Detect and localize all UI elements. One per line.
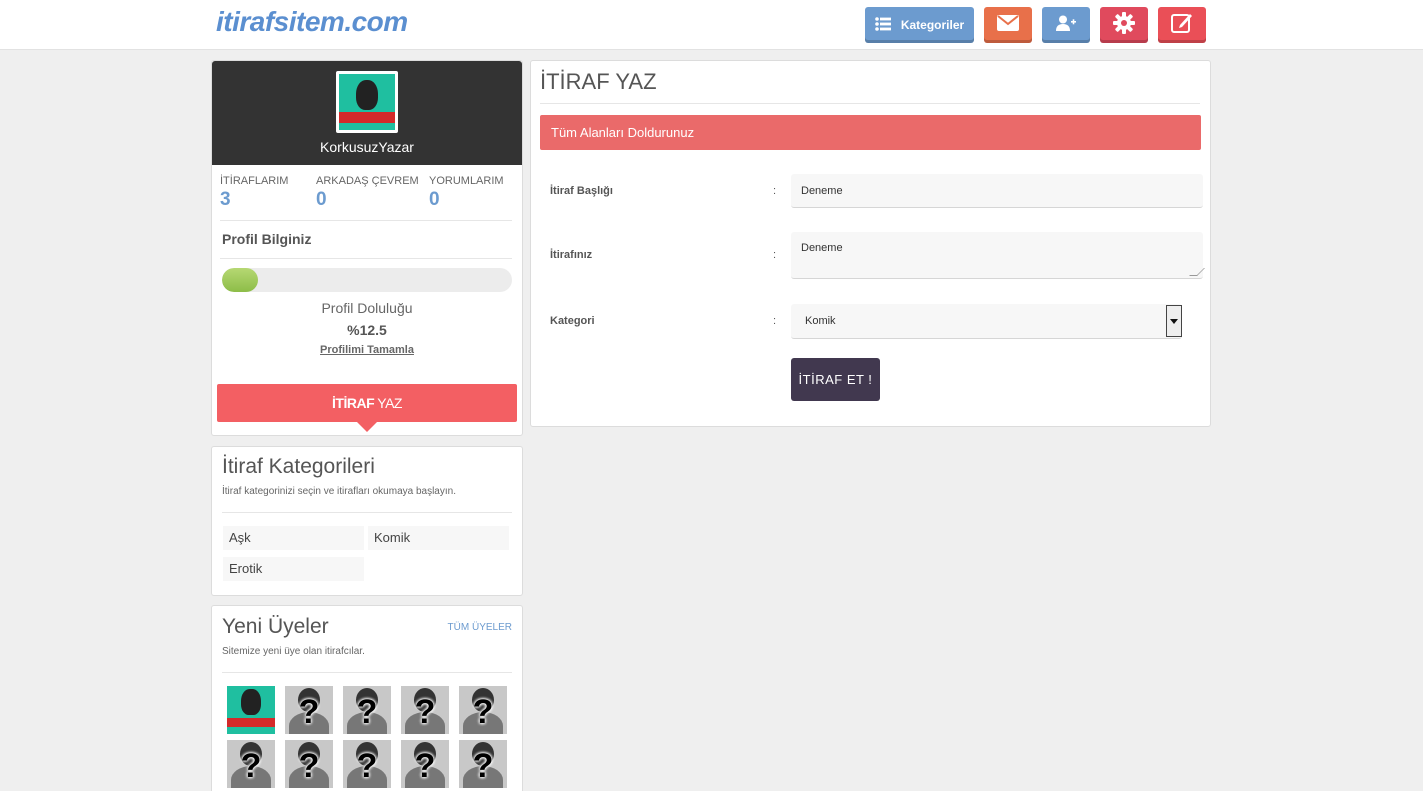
member-avatar[interactable] [227, 686, 275, 734]
member-avatar[interactable]: ? [343, 740, 391, 788]
member-avatar[interactable]: ? [227, 740, 275, 788]
stat-value: 3 [220, 189, 231, 210]
profile-stats: İTİRAFLARIM 3 ARKADAŞ ÇEVREM 0 YORUMLARI… [220, 175, 512, 221]
stat-label: YORUMLARIM [429, 175, 504, 187]
submit-button[interactable]: İTİRAF ET ! [791, 358, 880, 401]
write-btn-bold: İTİRAF [332, 395, 375, 411]
stat-label: İTİRAFLARIM [220, 175, 289, 187]
avatar[interactable] [336, 71, 398, 133]
member-avatar[interactable]: ? [459, 686, 507, 734]
colon: : [773, 185, 777, 197]
cta-arrow [357, 422, 377, 432]
friends-button[interactable] [1042, 7, 1090, 43]
profile-completion-bar [222, 268, 512, 292]
resize-handle[interactable] [1189, 268, 1205, 276]
site-logo[interactable]: itirafsitem.com [216, 6, 408, 38]
messages-button[interactable] [984, 7, 1032, 43]
profile-completion-fill [222, 268, 259, 292]
chevron-down-icon[interactable] [1166, 305, 1182, 337]
all-members-link[interactable]: TÜM ÜYELER [448, 622, 512, 633]
completion-label: Profil Doluluğu [321, 300, 413, 316]
colon: : [773, 315, 777, 327]
gear-icon [1113, 11, 1135, 39]
categories-subtitle: İtiraf kategorinizi seçin ve itirafları … [222, 486, 456, 497]
completion-value: %12.5 [347, 322, 387, 338]
stat-confessions[interactable]: İTİRAFLARIM 3 [220, 175, 288, 211]
member-avatar[interactable]: ? [401, 686, 449, 734]
stat-value: 0 [316, 189, 327, 210]
stat-friends[interactable]: ARKADAŞ ÇEVREM 0 [316, 175, 419, 211]
confession-textarea[interactable]: Deneme [791, 232, 1205, 279]
top-bar: itirafsitem.com Kategoriler [0, 0, 1423, 50]
title-input[interactable] [791, 174, 1203, 208]
settings-button[interactable] [1100, 7, 1148, 43]
error-alert: Tüm Alanları Doldurunuz [540, 115, 1201, 150]
form-title: İTİRAF YAZ [540, 69, 657, 94]
divider [220, 258, 512, 259]
select-value: Komik [805, 315, 836, 327]
category-item-erotik[interactable]: Erotik [223, 557, 364, 581]
categories-title: İtiraf Kategorileri [222, 455, 375, 478]
categories-button[interactable]: Kategoriler [865, 7, 974, 43]
write-btn-rest: YAZ [374, 395, 402, 411]
categories-label: Kategoriler [900, 18, 965, 32]
complete-profile-link[interactable]: Profilimi Tamamla [212, 344, 522, 356]
stat-comments[interactable]: YORUMLARIM 0 [429, 175, 504, 211]
stat-value: 0 [429, 189, 440, 210]
username: KorkusuzYazar [320, 139, 414, 155]
divider [540, 103, 1200, 104]
stat-label: ARKADAŞ ÇEVREM [316, 175, 419, 187]
new-members-panel: Yeni Üyeler TÜM ÜYELER Sitemize yeni üye… [211, 605, 523, 791]
member-avatar[interactable]: ? [285, 740, 333, 788]
body-field-label: İtirafınız [550, 249, 593, 261]
divider [222, 512, 512, 513]
add-user-icon [1056, 15, 1076, 36]
colon: : [773, 249, 777, 261]
avatar-image [339, 74, 395, 130]
write-confession-cta[interactable]: İTİRAF YAZ [217, 384, 517, 422]
members-title: Yeni Üyeler [222, 615, 329, 638]
member-avatar[interactable]: ? [343, 686, 391, 734]
list-icon [875, 16, 891, 34]
profile-header: KorkusuzYazar [212, 61, 522, 165]
member-avatar[interactable]: ? [285, 686, 333, 734]
mail-icon [997, 14, 1019, 36]
categories-panel: İtiraf Kategorileri İtiraf kategorinizi … [211, 446, 523, 596]
write-confession-button[interactable] [1158, 7, 1206, 43]
divider [222, 672, 512, 673]
confession-form-panel: İTİRAF YAZ Tüm Alanları Doldurunuz İtira… [530, 60, 1211, 427]
member-avatar[interactable]: ? [401, 740, 449, 788]
edit-icon [1171, 12, 1193, 39]
title-field-label: İtiraf Başlığı [550, 185, 613, 197]
category-select[interactable]: Komik [791, 304, 1182, 339]
textarea-value: Deneme [801, 242, 843, 254]
category-item-ask[interactable]: Aşk [223, 526, 364, 550]
category-item-komik[interactable]: Komik [368, 526, 509, 550]
member-avatar[interactable]: ? [459, 740, 507, 788]
members-subtitle: Sitemize yeni üye olan itirafcılar. [222, 646, 365, 657]
category-field-label: Kategori [550, 315, 595, 327]
profile-panel: KorkusuzYazar İTİRAFLARIM 3 ARKADAŞ ÇEVR… [211, 60, 523, 436]
profile-info-title: Profil Bilginiz [222, 231, 312, 247]
